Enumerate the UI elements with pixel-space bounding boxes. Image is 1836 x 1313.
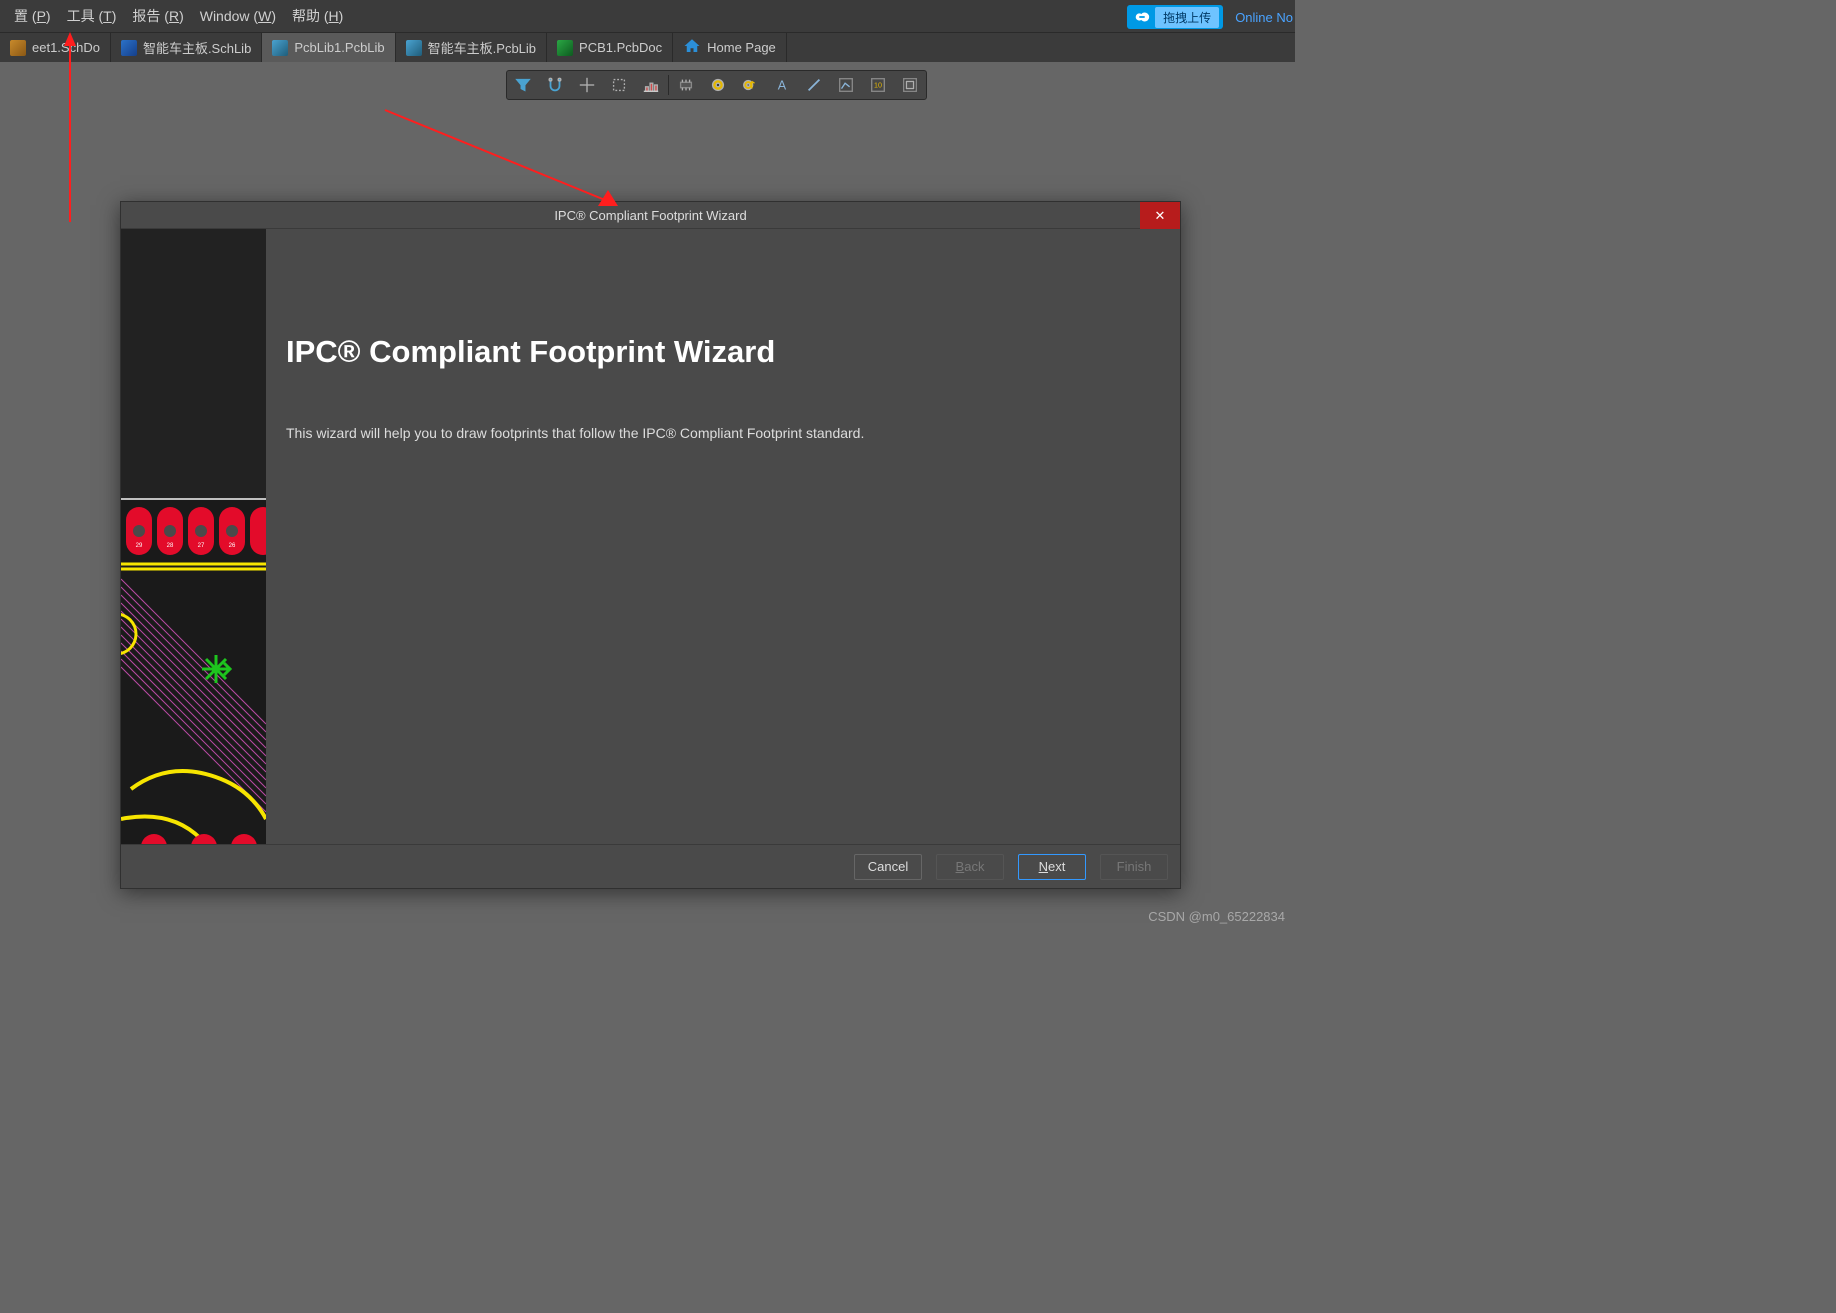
svg-text:A: A (778, 79, 787, 93)
pcblib-icon (272, 40, 288, 56)
tab-pcbdoc[interactable]: PCB1.PcbDoc (547, 33, 673, 62)
filter-icon[interactable] (507, 71, 539, 99)
dialog-main: IPC® Compliant Footprint Wizard This wiz… (266, 229, 1180, 844)
dialog-title: IPC® Compliant Footprint Wizard (554, 208, 746, 223)
document-tab-bar: eet1.SchDo 智能车主板.SchLib PcbLib1.PcbLib 智… (0, 32, 1295, 62)
polyline-icon[interactable] (830, 71, 862, 99)
finish-button: Finish (1100, 854, 1168, 880)
cloud-strip: 拖拽上传 Online No (1127, 4, 1295, 30)
dialog-body: 29 28 27 26 (121, 229, 1180, 844)
cancel-button[interactable]: Cancel (854, 854, 922, 880)
home-icon (683, 37, 701, 58)
svg-text:28: 28 (167, 543, 174, 549)
annotation-arrow-2 (380, 100, 620, 210)
ic-icon[interactable] (670, 71, 702, 99)
pcblib-icon (406, 40, 422, 56)
menu-help[interactable]: 帮助 (H) (284, 2, 351, 30)
tab-label: 智能车主板.PcbLib (428, 38, 536, 57)
tab-label: Home Page (707, 40, 776, 55)
toolbar-separator (668, 75, 669, 95)
pcb-artwork: 29 28 27 26 (121, 489, 266, 844)
tab-home[interactable]: Home Page (673, 33, 787, 62)
svg-text:26: 26 (229, 543, 236, 549)
tab-label: 智能车主板.SchLib (143, 38, 251, 57)
cloud-upload-app[interactable]: 拖拽上传 (1127, 5, 1223, 29)
tab-sheet1[interactable]: eet1.SchDo (0, 33, 111, 62)
tab-label: PcbLib1.PcbLib (294, 40, 384, 55)
svg-text:27: 27 (198, 543, 205, 549)
cloud-icon (1131, 6, 1153, 28)
dialog-footer: Cancel Back Next Finish (121, 844, 1180, 888)
menu-window[interactable]: Window (W) (192, 4, 284, 28)
back-button: Back (936, 854, 1004, 880)
wizard-description: This wizard will help you to draw footpr… (286, 425, 1160, 441)
tab-label: eet1.SchDo (32, 40, 100, 55)
menu-bar: 置 (P) 工具 (T) 报告 (R) Window (W) 帮助 (H) (0, 0, 1295, 32)
pcb-icon (557, 40, 573, 56)
layer-icon[interactable] (894, 71, 926, 99)
close-icon: ✕ (1155, 208, 1166, 224)
menu-tools[interactable]: 工具 (T) (59, 2, 125, 30)
text-icon[interactable]: A (766, 71, 798, 99)
pad-circle-icon[interactable] (702, 71, 734, 99)
dialog-title-bar[interactable]: IPC® Compliant Footprint Wizard ✕ (121, 202, 1180, 229)
schematic-icon (10, 40, 26, 56)
line-icon[interactable] (798, 71, 830, 99)
align-icon[interactable] (635, 71, 667, 99)
menu-place[interactable]: 置 (P) (6, 2, 59, 30)
wizard-heading: IPC® Compliant Footprint Wizard (286, 334, 1160, 370)
tab-pcblib1[interactable]: PcbLib1.PcbLib (262, 33, 395, 62)
dialog-side-graphic: 29 28 27 26 (121, 229, 266, 844)
schlib-icon (121, 40, 137, 56)
select-rect-icon[interactable] (603, 71, 635, 99)
pcblib-toolbar: A 10 (506, 70, 927, 100)
tab-label: PCB1.PcbDoc (579, 40, 662, 55)
tab-pcblib2[interactable]: 智能车主板.PcbLib (396, 33, 547, 62)
online-status-label[interactable]: Online No (1235, 10, 1295, 25)
dimension-icon[interactable]: 10 (862, 71, 894, 99)
via-icon[interactable] (734, 71, 766, 99)
snap-icon[interactable] (539, 71, 571, 99)
cloud-upload-label: 拖拽上传 (1155, 7, 1219, 28)
crosshair-icon[interactable] (571, 71, 603, 99)
menu-report[interactable]: 报告 (R) (124, 2, 191, 30)
ipc-wizard-dialog: IPC® Compliant Footprint Wizard ✕ 29 28 … (120, 201, 1181, 889)
svg-text:29: 29 (136, 543, 143, 549)
close-button[interactable]: ✕ (1140, 202, 1180, 229)
next-button[interactable]: Next (1018, 854, 1086, 880)
csdn-watermark: CSDN @m0_65222834 (1148, 909, 1285, 924)
svg-text:10: 10 (874, 81, 882, 90)
tab-schlib[interactable]: 智能车主板.SchLib (111, 33, 262, 62)
